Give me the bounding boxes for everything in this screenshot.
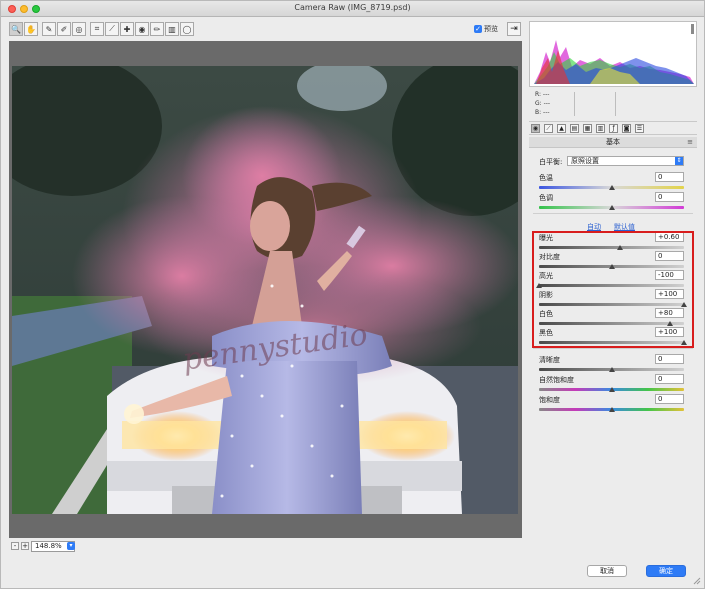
rgb-divider — [574, 92, 575, 116]
spot-removal-tool-button[interactable]: ✚ — [120, 22, 134, 36]
zoom-bar: - + 148.8% ▾ — [9, 540, 522, 554]
tone-highlight-box — [532, 231, 694, 348]
radial-filter-icon: ◯ — [182, 24, 192, 34]
slider-label: 色温 — [539, 174, 553, 182]
tab-effects[interactable]: ƒ — [609, 124, 618, 133]
fullscreen-icon: ⇥ — [510, 24, 518, 34]
zoom-level-value: 148.8% — [35, 542, 62, 550]
panel-title: 基本 — [606, 138, 620, 146]
color-sampler-icon: ✐ — [60, 24, 68, 34]
straighten-tool-button[interactable]: ⟋ — [105, 22, 119, 36]
preview-label: 预览 — [484, 25, 498, 33]
blue-value: B: --- — [535, 109, 550, 116]
spot-removal-icon: ✚ — [123, 24, 131, 34]
hsl-icon: ▤ — [571, 125, 578, 132]
green-value: G: --- — [535, 100, 551, 107]
toggle-fullscreen-button[interactable]: ⇥ — [507, 22, 521, 36]
presets-icon: ☰ — [636, 125, 643, 132]
ok-button[interactable]: 确定 — [646, 565, 686, 577]
panel-menu-icon[interactable]: ≡ — [687, 137, 693, 148]
tab-presets[interactable]: ☰ — [635, 124, 644, 133]
slider-value-input[interactable]: 0 — [655, 192, 684, 202]
white-balance-icon: ✎ — [45, 24, 53, 34]
camera-raw-window: Camera Raw (IMG_8719.psd) 🔍 ✋ ✎ ✐ ◎ ⌗ ⟋ … — [0, 0, 705, 589]
slider-thumb[interactable] — [608, 367, 615, 372]
image-canvas[interactable]: pennystudio — [9, 41, 522, 538]
panel-tabs: ◉ ⟋ ▲ ▤ ▦ ▥ ƒ ◙ ☰ — [529, 121, 697, 135]
white-balance-value: 原照设置 — [571, 157, 599, 165]
target-adjust-icon: ◎ — [75, 24, 83, 34]
preview-checkbox[interactable]: ✓ — [474, 25, 482, 33]
hand-icon: ✋ — [26, 24, 36, 34]
detail-icon: ▲ — [559, 125, 564, 132]
slider-value-input[interactable]: 0 — [655, 172, 684, 182]
tab-lens[interactable]: ▥ — [596, 124, 605, 133]
hand-tool-button[interactable]: ✋ — [24, 22, 38, 36]
aperture-icon: ◉ — [532, 125, 539, 132]
brush-icon: ✏ — [153, 24, 161, 34]
chevron-updown-icon: ⇕ — [675, 157, 683, 165]
slider-label: 清晰度 — [539, 356, 560, 364]
zoom-in-button[interactable]: + — [21, 542, 29, 550]
graduated-filter-tool-button[interactable]: ▥ — [165, 22, 179, 36]
slider-value-input[interactable]: 0 — [655, 374, 684, 384]
basic-panel: 白平衡: 原照设置 ⇕ 色温 0 色调 0 自动 默认值 曝光 +0.60 对比度 0 高光 -… — [529, 149, 697, 555]
white-balance-tool-button[interactable]: ✎ — [42, 22, 56, 36]
preview-toggle[interactable]: ✓ 预览 — [474, 24, 498, 34]
slider-label: 饱和度 — [539, 396, 560, 404]
slider-label: 自然饱和度 — [539, 376, 574, 384]
tab-tone-curve[interactable]: ⟋ — [544, 124, 553, 133]
cancel-button[interactable]: 取消 — [587, 565, 627, 577]
effects-icon: ƒ — [612, 125, 615, 132]
radial-filter-tool-button[interactable]: ◯ — [180, 22, 194, 36]
graduated-filter-icon: ▥ — [168, 24, 176, 34]
photo-preview: pennystudio — [12, 66, 518, 514]
red-eye-tool-button[interactable]: ◉ — [135, 22, 149, 36]
split-toning-icon: ▦ — [584, 125, 591, 132]
tab-split-toning[interactable]: ▦ — [583, 124, 592, 133]
panel-header: 基本 ≡ — [529, 137, 697, 148]
tab-calibration[interactable]: ◙ — [622, 124, 631, 133]
window-title: Camera Raw (IMG_8719.psd) — [294, 3, 411, 12]
rgb-divider — [615, 92, 616, 116]
slider-thumb[interactable] — [608, 205, 615, 210]
histogram — [529, 21, 697, 87]
zoom-dropdown-icon[interactable]: ▾ — [67, 542, 75, 550]
adjustment-brush-tool-button[interactable]: ✏ — [150, 22, 164, 36]
zoom-out-button[interactable]: - — [11, 542, 19, 550]
resize-grip-icon[interactable] — [693, 577, 701, 585]
rgb-readout: R: --- G: --- B: --- — [535, 90, 550, 117]
color-sampler-tool-button[interactable]: ✐ — [57, 22, 71, 36]
curve-icon: ⟋ — [546, 125, 551, 132]
zoom-icon: 🔍 — [11, 24, 21, 34]
photo-image — [12, 66, 518, 514]
crop-icon: ⌗ — [94, 24, 100, 33]
slider-thumb[interactable] — [608, 407, 615, 412]
lens-icon: ▥ — [597, 125, 604, 132]
red-value: R: --- — [535, 91, 550, 98]
slider-label: 色调 — [539, 194, 553, 202]
red-eye-icon: ◉ — [138, 24, 146, 34]
slider-value-input[interactable]: 0 — [655, 394, 684, 404]
tab-basic[interactable]: ◉ — [531, 124, 540, 133]
tab-hsl[interactable]: ▤ — [570, 124, 579, 133]
divider — [533, 348, 693, 349]
title-bar: Camera Raw (IMG_8719.psd) — [1, 1, 704, 17]
slider-thumb[interactable] — [608, 185, 615, 190]
histogram-graph — [530, 22, 696, 86]
camera-icon: ◙ — [623, 125, 630, 132]
slider-value-input[interactable]: 0 — [655, 354, 684, 364]
slider-thumb[interactable] — [608, 387, 615, 392]
tab-detail[interactable]: ▲ — [557, 124, 566, 133]
white-balance-label: 白平衡: — [539, 158, 563, 166]
target-adjust-tool-button[interactable]: ◎ — [72, 22, 86, 36]
crop-tool-button[interactable]: ⌗ — [90, 22, 104, 36]
white-balance-select[interactable]: 原照设置 ⇕ — [567, 156, 684, 166]
tool-bar: 🔍 ✋ ✎ ✐ ◎ ⌗ ⟋ ✚ ◉ ✏ ▥ ◯ ✓ 预览 ⇥ — [7, 21, 522, 39]
divider — [533, 213, 693, 214]
zoom-tool-button[interactable]: 🔍 — [9, 22, 23, 36]
straighten-icon: ⟋ — [109, 24, 115, 33]
